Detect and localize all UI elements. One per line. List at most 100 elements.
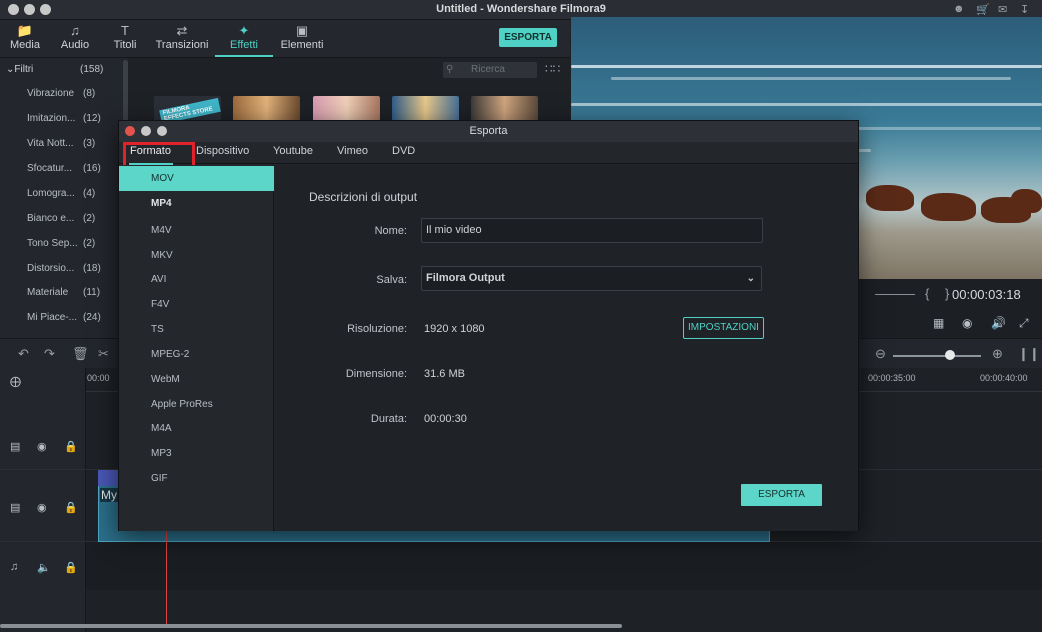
tab-transizioni[interactable]: ⇄ Transizioni (153, 22, 211, 51)
ruler-label: 00:00:40:00 (980, 373, 1028, 383)
filter-item[interactable]: Materiale (11) (27, 287, 117, 305)
size-value: 31.6 MB (424, 368, 465, 380)
export-button[interactable]: ESPORTA (499, 28, 557, 47)
filter-item[interactable]: Vita Nott... (3) (27, 138, 117, 156)
name-field[interactable]: Il mio video (421, 218, 763, 243)
fullscreen-icon[interactable]: ⤢ (1019, 316, 1029, 331)
save-location-select[interactable]: Filmora Output ⌄ (421, 266, 762, 291)
filter-item[interactable]: Lomogra... (4) (27, 188, 117, 206)
filter-count: (8) (83, 88, 96, 99)
add-track-icon[interactable]: ⨁ (10, 375, 21, 388)
filter-item[interactable]: Tono Sep... (2) (27, 238, 117, 256)
filter-label: Tono Sep... (27, 238, 78, 249)
active-tab-indicator (215, 55, 273, 57)
tab-vimeo[interactable]: Vimeo (337, 145, 368, 157)
zoom-slider-handle[interactable] (945, 350, 955, 360)
volume-icon[interactable]: 🔊 (991, 316, 1006, 330)
tab-elementi[interactable]: ▣ Elementi (278, 22, 326, 51)
filter-label: Mi Piace-... (27, 312, 78, 323)
filter-count: (12) (83, 113, 101, 124)
redo-icon[interactable]: ↷ (44, 346, 55, 362)
filter-count: (2) (83, 213, 96, 224)
zoom-in-icon[interactable]: ⊕ (992, 346, 1003, 362)
filter-item[interactable]: Distorsio... (18) (27, 263, 117, 281)
track-height-icon[interactable]: ❙❙ (1018, 346, 1040, 362)
undo-icon[interactable]: ↶ (18, 346, 29, 362)
format-item-mp3[interactable]: MP3 (119, 441, 274, 466)
display-settings-icon[interactable]: ▦ (933, 316, 944, 330)
tab-media[interactable]: 📁 Media (8, 22, 42, 51)
filter-item[interactable]: Imitazion... (12) (27, 113, 117, 131)
mail-icon[interactable]: ✉ (998, 3, 1007, 16)
tab-youtube[interactable]: Youtube (273, 145, 313, 157)
image-icon: ▣ (295, 23, 309, 38)
filter-count: (18) (83, 263, 101, 274)
clip-label: My (100, 488, 118, 502)
filter-count: (2) (83, 238, 96, 249)
tab-dvd[interactable]: DVD (392, 145, 415, 157)
cut-icon[interactable]: ✂ (98, 346, 109, 362)
size-label: Dimensione: (345, 368, 407, 380)
account-icon[interactable]: ☻ (953, 3, 965, 15)
filter-item[interactable]: Vibrazione (8) (27, 88, 117, 106)
tab-titoli-label: Titoli (113, 39, 137, 51)
search-input[interactable]: ⚲ Ricerca (443, 62, 537, 78)
duration-value: 00:00:30 (424, 413, 467, 425)
speaker-icon[interactable]: 🔈 (37, 561, 51, 574)
media-library-nav: 📁 Media ♫ Audio T Titoli ⇄ Transizioni ✦… (0, 20, 570, 58)
preview-scrubber[interactable] (875, 294, 915, 295)
snapshot-icon[interactable]: ◉ (962, 316, 972, 330)
filter-item[interactable]: Sfocatur... (16) (27, 163, 117, 181)
dialog-export-button[interactable]: ESPORTA (741, 484, 822, 506)
grid-view-icon[interactable]: ∷∷ (545, 62, 560, 76)
tab-effetti[interactable]: ✦ Effetti (221, 22, 267, 51)
preview-horse (866, 185, 914, 211)
filter-count: (11) (83, 287, 101, 298)
film-icon: ▤ (10, 441, 21, 453)
download-icon[interactable]: ↧ (1020, 3, 1029, 16)
music-note-icon: ♫ (10, 561, 19, 573)
name-label: Nome: (374, 225, 407, 237)
preview-horse (1011, 189, 1042, 213)
filter-item[interactable]: Bianco e... (2) (27, 213, 117, 231)
effects-icon: ✦ (238, 23, 250, 38)
mark-in-out-icon[interactable]: { } (925, 286, 955, 301)
preview-timecode: 00:00:03:18 (952, 287, 1021, 302)
settings-button[interactable]: IMPOSTAZIONI (683, 317, 764, 339)
tab-dispositivo[interactable]: Dispositivo (196, 145, 249, 157)
timeline-scrollbar[interactable] (0, 624, 622, 628)
lock-icon[interactable]: 🔒 (64, 501, 78, 514)
cart-icon[interactable]: 🛒 (976, 3, 990, 16)
delete-icon[interactable]: 🗑 (72, 346, 89, 362)
format-item-mov[interactable]: MOV (119, 166, 274, 191)
tab-transizioni-label: Transizioni (155, 39, 209, 51)
eye-icon[interactable]: ◉ (37, 440, 47, 453)
format-item-mpeg2[interactable]: MPEG-2 (119, 342, 274, 367)
filters-header-label: Filtri (14, 64, 34, 75)
format-item-f4v[interactable]: F4V (119, 292, 274, 317)
filter-label: Distorsio... (27, 263, 75, 274)
zoom-slider[interactable] (893, 355, 981, 357)
filter-label: Materiale (27, 287, 69, 298)
lock-icon[interactable]: 🔒 (64, 440, 78, 453)
tab-audio[interactable]: ♫ Audio (58, 22, 92, 51)
format-item-mp4[interactable]: MP4 (119, 191, 274, 216)
zoom-out-icon[interactable]: ⊖ (875, 346, 886, 362)
format-item-mkv[interactable]: MKV (119, 243, 274, 268)
eye-icon[interactable]: ◉ (37, 501, 47, 514)
ruler-label: 00:00 (87, 373, 110, 383)
save-label: Salva: (376, 274, 407, 286)
tab-elementi-label: Elementi (280, 39, 324, 51)
music-note-icon: ♫ (70, 23, 80, 38)
search-icon: ⚲ (446, 64, 454, 75)
audio-track (86, 542, 1042, 590)
export-dialog: Esporta Formato Dispositivo Youtube Vime… (118, 120, 859, 531)
tab-titoli[interactable]: T Titoli (108, 22, 142, 51)
filter-count: (3) (83, 138, 96, 149)
dialog-title: Esporta (469, 125, 508, 137)
lock-icon[interactable]: 🔒 (64, 561, 78, 574)
filter-item[interactable]: Mi Piace-... (24) (27, 312, 117, 330)
format-item-gif[interactable]: GIF (119, 466, 274, 491)
window-title: Untitled - Wondershare Filmora9 (436, 3, 606, 15)
filter-label: Bianco e... (27, 213, 75, 224)
